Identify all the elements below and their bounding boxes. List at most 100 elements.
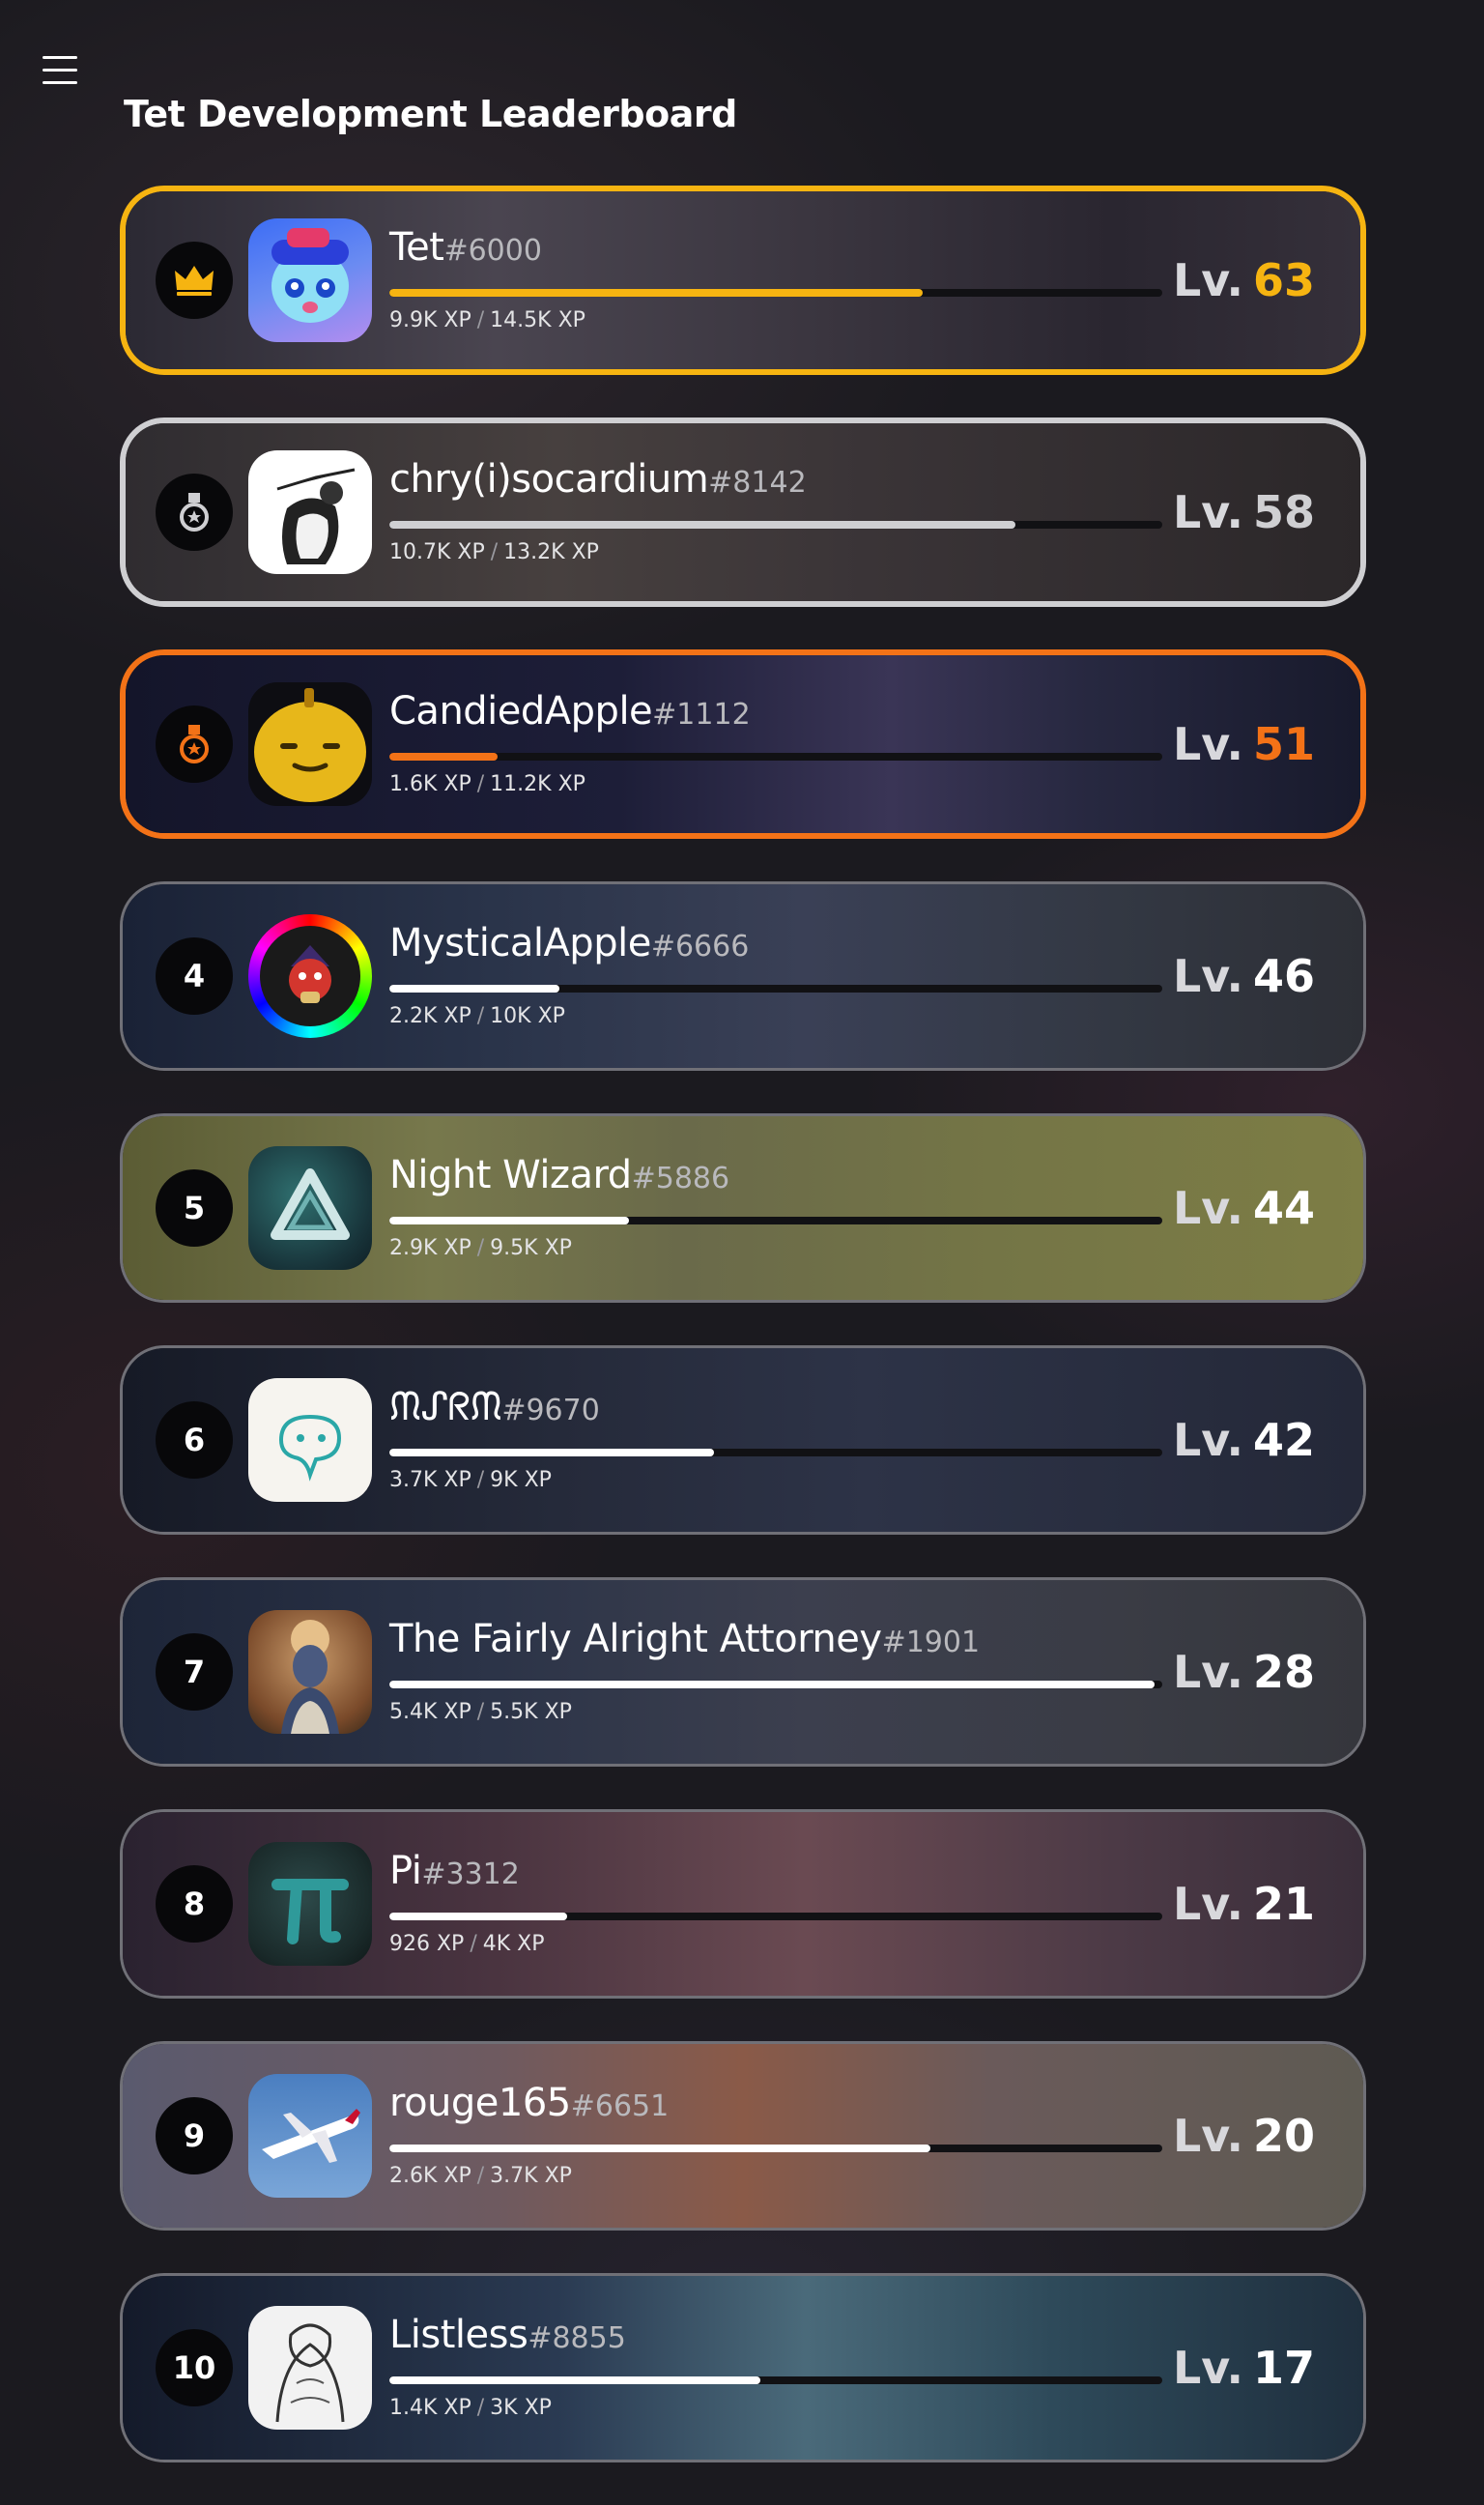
rank-badge [156,474,233,551]
rank-badge: 7 [156,1633,233,1711]
discriminator: #1112 [652,698,751,732]
username: CandiedApple [389,689,653,734]
xp-needed: 4K XP [482,1932,545,1956]
level-display: Lv. 17 [1173,2276,1315,2460]
xp-progress-bar [389,2145,1162,2152]
leaderboard-entry[interactable]: 7 The Fairly Alright Attorney#1901 5.4K … [120,1577,1366,1767]
xp-current: 2.2K XP [389,1004,471,1028]
xp-current: 2.9K XP [389,1236,471,1260]
xp-progress-bar [389,1913,1162,1920]
discriminator: #5886 [631,1162,730,1195]
xp-needed: 3.7K XP [490,2164,572,2188]
xp-separator: / [490,540,499,564]
level-display: Lv. 20 [1173,2044,1315,2228]
rank-badge [156,705,233,783]
leaderboard-entry[interactable]: 4 MysticalApple#6666 2.2K XP/10K XP Lv. 4… [120,881,1366,1071]
level-prefix: Lv. [1172,1414,1243,1466]
level-prefix: Lv. [1172,486,1243,538]
leaderboard-entry[interactable]: 10 Listless#8855 1.4K XP/3K XP Lv. 17 [120,2273,1366,2462]
avatar [248,450,372,574]
rank-number: 8 [183,1886,206,1922]
xp-progress-bar [389,1681,1162,1688]
username: ᙏᔑᖇᙏ [389,1385,502,1429]
xp-progress-bar [389,289,1162,297]
leaderboard-entry[interactable]: 9 rouge165#6651 2.6K XP/3.7K XP Lv. 20 [120,2041,1366,2231]
xp-text: 3.7K XP/9K XP [389,1468,1162,1492]
level-display: Lv. 46 [1173,884,1315,1068]
xp-progress-bar [389,1217,1162,1224]
level-prefix: Lv. [1172,2342,1243,2394]
level-number: 44 [1252,1182,1315,1234]
xp-current: 2.6K XP [389,2164,471,2188]
xp-progress-fill [389,521,1015,529]
rank-badge: 8 [156,1865,233,1943]
xp-separator: / [476,772,485,796]
rank-badge: 5 [156,1169,233,1247]
xp-text: 1.6K XP/11.2K XP [389,772,1162,796]
xp-progress-fill [389,2145,930,2152]
xp-separator: / [476,2396,485,2420]
leaderboard-entry[interactable]: 6 ᙏᔑᖇᙏ#9670 3.7K XP/9K XP Lv. 42 [120,1345,1366,1535]
xp-progress-fill [389,1217,629,1224]
xp-needed: 14.5K XP [490,308,585,332]
xp-separator: / [470,1932,477,1956]
rank-badge: 10 [156,2329,233,2406]
xp-text: 2.2K XP/10K XP [389,1004,1162,1028]
level-prefix: Lv. [1172,718,1243,770]
medal-icon [180,493,209,532]
hamburger-menu-icon[interactable] [43,50,97,89]
xp-separator: / [476,308,485,332]
xp-text: 2.6K XP/3.7K XP [389,2164,1162,2188]
level-display: Lv. 58 [1173,423,1315,601]
rank-number: 7 [183,1654,206,1690]
entry-info: chry(i)socardium#8142 10.7K XP/13.2K XP [389,457,1162,564]
medal-icon [180,725,209,763]
avatar [248,1378,372,1502]
discriminator: #8142 [708,466,807,500]
leaderboard-entry[interactable]: Tet#6000 9.9K XP/14.5K XP Lv. 63 [120,186,1366,375]
level-prefix: Lv. [1172,1878,1243,1930]
leaderboard-entry[interactable]: 5 Night Wizard#5886 2.9K XP/9.5K XP Lv. 4… [120,1113,1366,1303]
leaderboard-entry[interactable]: CandiedApple#1112 1.6K XP/11.2K XP Lv. 51 [120,649,1366,839]
xp-separator: / [476,1236,485,1260]
avatar [248,2306,372,2430]
username: chry(i)socardium [389,457,709,502]
leaderboard-entry[interactable]: 8 Pi#3312 926 XP/4K XP Lv. 21 [120,1809,1366,1999]
xp-separator: / [476,1700,485,1724]
username: Listless [389,2313,528,2357]
entry-info: Night Wizard#5886 2.9K XP/9.5K XP [389,1153,1162,1260]
level-prefix: Lv. [1172,950,1243,1002]
xp-separator: / [476,1004,485,1028]
leaderboard-entry[interactable]: chry(i)socardium#8142 10.7K XP/13.2K XP … [120,418,1366,607]
xp-text: 5.4K XP/5.5K XP [389,1700,1162,1724]
xp-needed: 11.2K XP [490,772,585,796]
discriminator: #6666 [650,930,750,964]
xp-progress-bar [389,985,1162,993]
username: The Fairly Alright Attorney [389,1617,882,1661]
avatar [248,1610,372,1734]
entry-info: Tet#6000 9.9K XP/14.5K XP [389,225,1162,332]
xp-text: 9.9K XP/14.5K XP [389,308,1162,332]
xp-progress-bar [389,1449,1162,1456]
xp-progress-fill [389,289,923,297]
xp-current: 1.6K XP [389,772,471,796]
entry-info: The Fairly Alright Attorney#1901 5.4K XP… [389,1617,1162,1724]
xp-needed: 10K XP [490,1004,565,1028]
xp-progress-fill [389,985,559,993]
username: Pi [389,1849,422,1893]
xp-progress-bar [389,521,1162,529]
xp-current: 5.4K XP [389,1700,471,1724]
entry-info: ᙏᔑᖇᙏ#9670 3.7K XP/9K XP [389,1385,1162,1492]
rank-badge [156,242,233,319]
username: MysticalApple [389,921,651,965]
level-number: 17 [1252,2342,1315,2394]
xp-progress-fill [389,2376,760,2384]
discriminator: #8855 [528,2321,626,2355]
avatar [248,1842,372,1966]
level-display: Lv. 63 [1173,191,1315,369]
xp-needed: 9.5K XP [490,1236,572,1260]
xp-needed: 13.2K XP [503,540,599,564]
avatar [248,2074,372,2198]
crown-icon [175,266,214,296]
level-prefix: Lv. [1172,1646,1243,1698]
